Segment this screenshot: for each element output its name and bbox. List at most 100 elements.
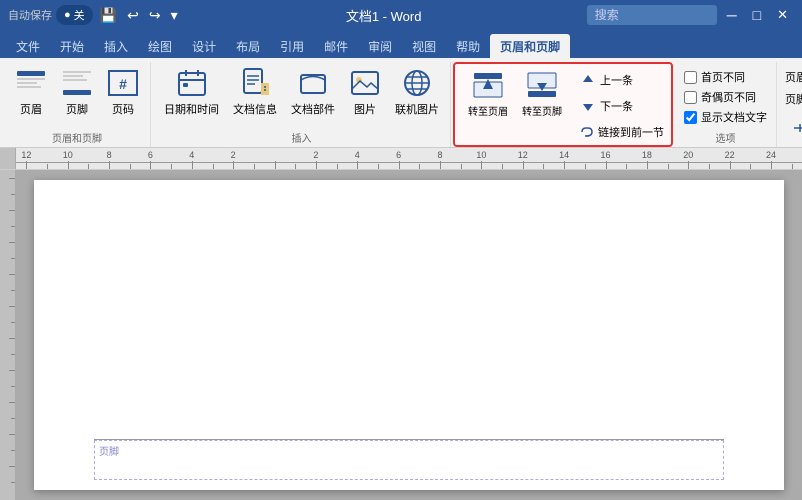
left-ruler-inner xyxy=(0,170,15,500)
show-doctext-checkbox[interactable] xyxy=(684,111,697,124)
footer-area: 页脚 xyxy=(94,440,724,480)
footer-label: 页脚 xyxy=(66,101,88,117)
ruler-line xyxy=(16,162,802,163)
ruler: 1210864224681012141618202224 xyxy=(0,148,802,170)
prev-label: 上一条 xyxy=(600,72,633,88)
header-top-dist-label: 页眉顶端距离: xyxy=(785,69,802,85)
tab-layout[interactable]: 布局 xyxy=(226,34,270,58)
ribbon-group-insert: 日期和时间 文档信息 xyxy=(153,62,451,147)
tab-draw[interactable]: 绘图 xyxy=(138,34,182,58)
docparts-icon xyxy=(297,67,329,99)
toggle-dot: ● xyxy=(64,9,71,21)
insert-content: 日期和时间 文档信息 xyxy=(159,64,444,128)
save-icon[interactable]: 💾 xyxy=(97,5,120,26)
tab-headerfooter[interactable]: 页眉和页脚 xyxy=(490,34,570,58)
datetime-icon xyxy=(176,67,208,99)
redo-icon[interactable]: ↪ xyxy=(146,5,164,26)
align-tab-icon xyxy=(791,119,802,137)
show-doctext-label: 显示文档文字 xyxy=(701,109,767,125)
document-area: 页脚 xyxy=(0,170,802,500)
insert-group-label: 插入 xyxy=(159,128,444,145)
show-doctext-option[interactable]: 显示文档文字 xyxy=(681,108,770,126)
docinfo-label: 文档信息 xyxy=(233,101,277,117)
search-input[interactable] xyxy=(587,5,717,25)
tab-help[interactable]: 帮助 xyxy=(446,34,490,58)
docparts-button[interactable]: 文档部件 xyxy=(286,64,340,120)
link-prev-button[interactable]: 链接到前一节 xyxy=(573,120,663,144)
footer-bottom-dist-item: 页脚底端距离: 1.75 厘 xyxy=(785,90,802,108)
picture-button[interactable]: 图片 xyxy=(344,64,386,120)
autosave-label: 自动保存 xyxy=(8,7,52,23)
doc-title: 文档1 - Word xyxy=(346,6,422,25)
tab-file[interactable]: 文件 xyxy=(6,34,50,58)
prev-icon xyxy=(579,71,597,89)
prev-section-button[interactable]: 上一条 xyxy=(573,68,663,92)
ribbon-group-position: 页眉顶端距离: 1.5 厘 页脚底端距离: 1.75 厘 插入对齐制表位 位置 xyxy=(779,62,802,147)
onlinepic-label: 联机图片 xyxy=(395,101,439,117)
goto-header-icon xyxy=(472,69,504,101)
title-bar-right: ─ □ ✕ xyxy=(587,5,794,25)
link-icon xyxy=(579,123,595,141)
maximize-button[interactable]: □ xyxy=(747,5,767,25)
undo-icon[interactable]: ↩ xyxy=(124,5,142,26)
title-bar-left: 自动保存 ● 关 💾 ↩ ↪ ▾ xyxy=(8,5,181,26)
document-page: 页脚 xyxy=(34,180,784,490)
left-ruler xyxy=(0,170,16,500)
goto-footer-button[interactable]: 转至页脚 xyxy=(517,66,567,121)
datetime-label: 日期和时间 xyxy=(164,101,219,117)
tab-design[interactable]: 设计 xyxy=(182,34,226,58)
goto-header-label: 转至页眉 xyxy=(468,103,508,118)
firstpage-diff-label: 首页不同 xyxy=(701,69,745,85)
goto-footer-label: 转至页脚 xyxy=(522,103,562,118)
footer-bottom-dist-label: 页脚底端距离: xyxy=(785,91,802,107)
minimize-button[interactable]: ─ xyxy=(721,5,743,25)
header-label: 页眉 xyxy=(20,101,42,117)
next-section-button[interactable]: 下一条 xyxy=(573,94,663,118)
ribbon-tabs: 文件 开始 插入 绘图 设计 布局 引用 邮件 审阅 视图 帮助 页眉和页脚 xyxy=(0,30,802,58)
footer-area-label: 页脚 xyxy=(99,443,119,458)
pagenumber-button[interactable]: # 页码 xyxy=(102,64,144,120)
pagenumber-label: 页码 xyxy=(112,101,134,117)
ruler-side xyxy=(0,148,16,169)
tab-view[interactable]: 视图 xyxy=(402,34,446,58)
tab-insert[interactable]: 插入 xyxy=(94,34,138,58)
title-bar: 自动保存 ● 关 💾 ↩ ↪ ▾ 文档1 - Word ─ □ ✕ xyxy=(0,0,802,30)
link-label: 链接到前一节 xyxy=(598,124,664,140)
onlinepic-button[interactable]: 联机图片 xyxy=(390,64,444,120)
document-scroll[interactable]: 页脚 xyxy=(16,170,802,500)
ribbon: 页眉 页脚 # xyxy=(0,58,802,148)
datetime-button[interactable]: 日期和时间 xyxy=(159,64,224,120)
tab-references[interactable]: 引用 xyxy=(270,34,314,58)
close-button[interactable]: ✕ xyxy=(771,5,794,25)
title-bar-center: 文档1 - Word xyxy=(346,6,422,25)
header-button[interactable]: 页眉 xyxy=(10,64,52,120)
firstpage-diff-checkbox[interactable] xyxy=(684,71,697,84)
firstpage-diff-option[interactable]: 首页不同 xyxy=(681,68,748,86)
ribbon-group-options: 首页不同 奇偶页不同 显示文档文字 选项 xyxy=(675,62,777,147)
footer-icon xyxy=(61,67,93,99)
tab-home[interactable]: 开始 xyxy=(50,34,94,58)
onlinepic-icon xyxy=(401,67,433,99)
tab-review[interactable]: 审阅 xyxy=(358,34,402,58)
options-content: 首页不同 奇偶页不同 显示文档文字 xyxy=(681,64,770,128)
oddeven-diff-label: 奇偶页不同 xyxy=(701,89,756,105)
svg-text:#: # xyxy=(119,76,127,92)
goto-footer-icon xyxy=(526,69,558,101)
headerfooter-content: 页眉 页脚 # xyxy=(10,64,144,128)
tab-mailings[interactable]: 邮件 xyxy=(314,34,358,58)
options-group-label: 选项 xyxy=(681,128,770,145)
insert-align-tab-button[interactable]: 插入对齐制表位 xyxy=(785,116,802,140)
picture-label: 图片 xyxy=(354,101,376,117)
docinfo-icon xyxy=(239,67,271,99)
oddeven-diff-option[interactable]: 奇偶页不同 xyxy=(681,88,759,106)
goto-header-button[interactable]: 转至页眉 xyxy=(463,66,513,121)
header-icon xyxy=(15,67,47,99)
autosave-toggle[interactable]: ● 关 xyxy=(56,5,93,25)
toggle-state: 关 xyxy=(74,7,85,23)
navigation-content: 转至页眉 转至页脚 xyxy=(463,66,663,144)
footer-button[interactable]: 页脚 xyxy=(56,64,98,120)
ruler-content: 1210864224681012141618202224 xyxy=(16,148,802,169)
oddeven-diff-checkbox[interactable] xyxy=(684,91,697,104)
docinfo-button[interactable]: 文档信息 xyxy=(228,64,282,120)
more-qa-icon[interactable]: ▾ xyxy=(168,5,181,26)
